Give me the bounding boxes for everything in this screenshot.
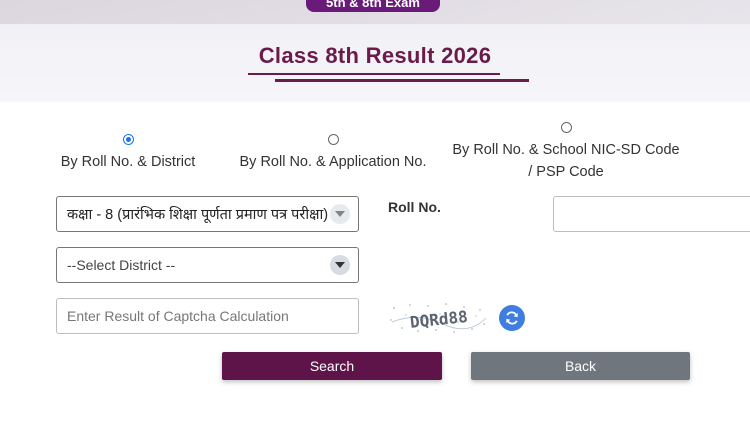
chevron-down-icon[interactable] [330,204,350,224]
roll-no-input[interactable] [553,196,750,232]
back-button[interactable]: Back [471,352,690,380]
captcha-input-placeholder: Enter Result of Captcha Calculation [67,308,289,324]
radio-button-roll-application[interactable] [327,134,339,145]
radio-label-roll-school-code-line2: / PSP Code [528,164,604,180]
district-select[interactable]: --Select District -- [56,247,359,283]
radio-label-roll-application: By Roll No. & Application No. [239,154,427,170]
radio-label-roll-district: By Roll No. & District [60,154,196,170]
exam-select-value: कक्षा - 8 (प्रारंभिक शिक्षा पूर्णता प्रम… [67,207,329,223]
radio-label-roll-school-code-line1: By Roll No. & School NIC-SD Code [452,142,680,158]
refresh-icon[interactable] [499,305,525,331]
exam-select[interactable]: कक्षा - 8 (प्रारंभिक शिक्षा पूर्णता प्रम… [56,196,359,232]
district-select-value: --Select District -- [67,257,176,273]
page-title: Class 8th Result 2026 [258,43,492,68]
radio-option-roll-district[interactable]: By Roll No. & District [50,134,206,173]
search-button[interactable]: Search [222,352,442,380]
title-underline-top [248,73,500,75]
chevron-down-icon[interactable] [330,255,350,275]
radio-button-roll-school-code[interactable] [560,122,572,133]
captcha-image: DQRd88 [388,300,488,336]
title-underline-bottom [275,79,529,82]
radio-option-roll-application[interactable]: By Roll No. & Application No. [222,134,444,173]
radio-button-roll-district[interactable] [122,134,134,145]
captcha-input[interactable]: Enter Result of Captcha Calculation [56,298,359,334]
radio-option-roll-school-code[interactable]: By Roll No. & School NIC-SD Code / PSP C… [440,122,692,183]
roll-no-label: Roll No. [388,199,441,215]
exam-badge[interactable]: 5th & 8th Exam [306,0,440,12]
